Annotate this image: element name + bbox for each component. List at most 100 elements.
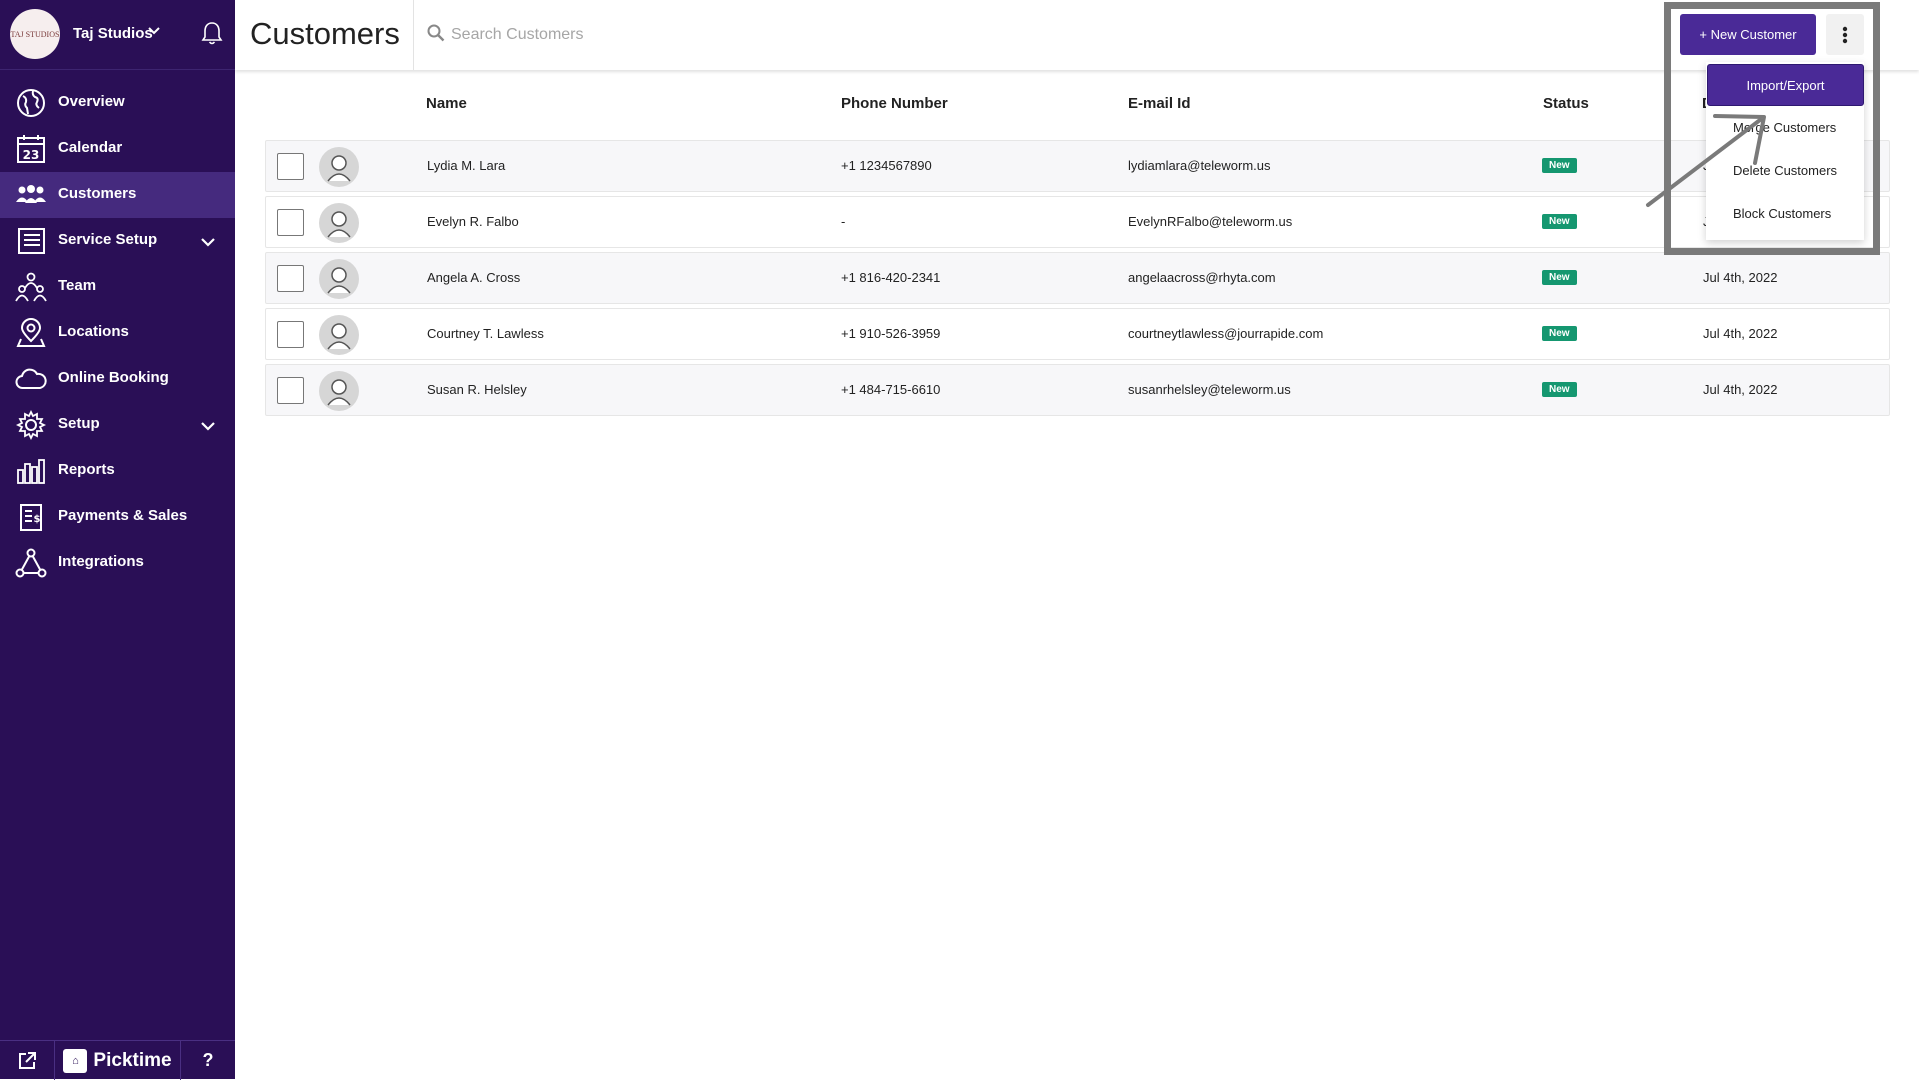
customer-date: Jul 4th, 2022 [1703, 382, 1778, 397]
globe-icon [17, 89, 45, 117]
status-badge: New [1542, 326, 1577, 341]
team-icon [15, 272, 47, 302]
bar-chart-icon [17, 459, 45, 484]
sidebar-item-label: Reports [58, 461, 115, 478]
status-badge: New [1542, 214, 1577, 229]
sidebar-item-integrations[interactable]: Integrations [0, 540, 235, 586]
gear-icon [15, 410, 47, 440]
sidebar-item-customers[interactable]: Customers [0, 172, 235, 218]
brand-logo[interactable]: TAJ STUDIOS [10, 9, 60, 59]
customers-icon [16, 185, 46, 203]
brand-header: TAJ STUDIOS Taj Studios [0, 0, 235, 70]
column-header-status[interactable]: Status [1543, 95, 1589, 112]
table-row[interactable]: Courtney T. Lawless +1 910-526-3959 cour… [265, 308, 1890, 360]
customer-email: susanrhelsley@teleworm.us [1128, 382, 1291, 397]
header-divider [413, 0, 414, 70]
avatar [319, 315, 359, 355]
page-title: Customers [250, 16, 400, 51]
sidebar-item-reports[interactable]: Reports [0, 448, 235, 494]
customer-phone: +1 484-715-6610 [841, 382, 941, 397]
customer-date: Jul 4th, 2022 [1703, 326, 1778, 341]
sidebar-item-label: Online Booking [58, 369, 169, 386]
customer-phone: +1 910-526-3959 [841, 326, 941, 341]
studio-switcher[interactable]: Taj Studios [73, 25, 153, 42]
status-badge: New [1542, 158, 1577, 173]
sidebar-item-label: Integrations [58, 553, 144, 570]
row-checkbox[interactable] [277, 153, 304, 180]
footer-brand: Picktime [93, 1049, 172, 1071]
external-link-icon [19, 1051, 36, 1069]
chevron-down-icon[interactable] [200, 418, 216, 434]
customer-name[interactable]: Angela A. Cross [427, 270, 520, 285]
chevron-down-icon[interactable] [200, 234, 216, 250]
picktime-logo-icon: ⌂ [63, 1048, 88, 1073]
user-avatar-icon [327, 155, 351, 182]
sidebar-item-payments-sales[interactable]: $ Payments & Sales [0, 494, 235, 540]
sidebar-item-locations[interactable]: Locations [0, 310, 235, 356]
avatar [319, 203, 359, 243]
table-row[interactable]: Susan R. Helsley +1 484-715-6610 susanrh… [265, 364, 1890, 416]
sidebar-item-label: Setup [58, 415, 100, 432]
customer-phone: - [841, 214, 846, 229]
annotation-arrow-icon [1646, 114, 1766, 207]
sidebar-nav: Overview 23 Calendar Customers Service S… [0, 80, 235, 586]
search-input[interactable] [449, 21, 849, 49]
sidebar-item-online-booking[interactable]: Online Booking [0, 356, 235, 402]
table-row[interactable]: Angela A. Cross +1 816-420-2341 angelaac… [265, 252, 1890, 304]
picktime-home-link[interactable]: ⌂ Picktime [55, 1041, 181, 1080]
sidebar-item-team[interactable]: Team [0, 264, 235, 310]
sidebar-item-label: Locations [58, 323, 129, 340]
sidebar-item-service-setup[interactable]: Service Setup [0, 218, 235, 264]
row-checkbox[interactable] [277, 377, 304, 404]
sidebar-item-label: Service Setup [58, 231, 158, 248]
sidebar-item-overview[interactable]: Overview [0, 80, 235, 126]
customer-phone: +1 816-420-2341 [841, 270, 941, 285]
customer-name[interactable]: Evelyn R. Falbo [427, 214, 519, 229]
sidebar-item-setup[interactable]: Setup [0, 402, 235, 448]
customer-name[interactable]: Courtney T. Lawless [427, 326, 544, 341]
customer-email: EvelynRFalbo@teleworm.us [1128, 214, 1293, 229]
sidebar: TAJ STUDIOS Taj Studios Overview 23 Cale… [0, 0, 235, 1080]
avatar [319, 259, 359, 299]
sidebar-item-label: Overview [58, 93, 125, 110]
user-avatar-icon [327, 323, 351, 350]
user-avatar-icon [327, 211, 351, 238]
help-button[interactable]: ? [181, 1041, 235, 1080]
row-checkbox[interactable] [277, 265, 304, 292]
sidebar-item-label: Customers [58, 185, 137, 202]
integrations-icon [15, 548, 47, 578]
sidebar-item-label: Payments & Sales [58, 507, 188, 524]
customer-email: angelaacross@rhyta.com [1128, 270, 1276, 285]
row-checkbox[interactable] [277, 209, 304, 236]
avatar [319, 371, 359, 411]
location-pin-icon [16, 318, 46, 347]
external-link-button[interactable] [0, 1041, 55, 1080]
user-avatar-icon [327, 267, 351, 294]
customer-name[interactable]: Lydia M. Lara [427, 158, 505, 173]
sidebar-item-label: Calendar [58, 139, 123, 156]
customer-date: Jul 4th, 2022 [1703, 270, 1778, 285]
customer-phone: +1 1234567890 [841, 158, 932, 173]
svg-text:$: $ [34, 514, 41, 525]
calendar-icon: 23 [17, 135, 45, 163]
sidebar-item-label: Team [58, 277, 97, 294]
bell-icon[interactable] [200, 20, 224, 46]
search-icon [427, 24, 445, 42]
customer-email: courtneytlawless@jourrapide.com [1128, 326, 1324, 341]
sidebar-footer: ⌂ Picktime ? [0, 1040, 235, 1080]
column-header-email[interactable]: E-mail Id [1128, 95, 1191, 112]
status-badge: New [1542, 270, 1577, 285]
column-header-phone[interactable]: Phone Number [841, 95, 948, 112]
avatar [319, 147, 359, 187]
status-badge: New [1542, 382, 1577, 397]
cloud-icon [15, 368, 47, 389]
row-checkbox[interactable] [277, 321, 304, 348]
chevron-down-icon[interactable] [147, 24, 161, 38]
column-header-name[interactable]: Name [426, 95, 467, 112]
customer-name[interactable]: Susan R. Helsley [427, 382, 527, 397]
calendar-day: 23 [23, 148, 40, 162]
service-setup-icon [18, 228, 45, 254]
user-avatar-icon [327, 379, 351, 406]
sidebar-item-calendar[interactable]: 23 Calendar [0, 126, 235, 172]
customer-email: lydiamlara@teleworm.us [1128, 158, 1271, 173]
